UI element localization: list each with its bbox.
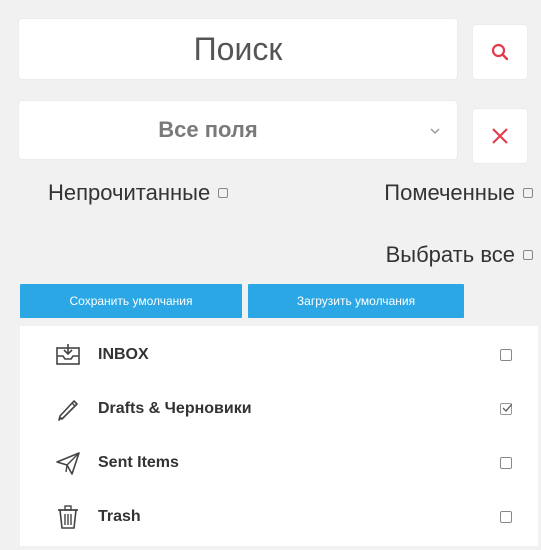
chevron-down-icon [430,128,440,135]
folder-checkbox[interactable] [500,403,512,415]
field-select[interactable]: Все поля [18,100,458,160]
field-select-value: Все поля [158,117,258,142]
search-placeholder: Поиск [193,30,283,67]
folder-label: Sent Items [98,454,179,471]
clear-button[interactable] [472,108,528,164]
folder-item-inbox[interactable]: INBOX [20,328,538,382]
trash-icon [58,505,78,529]
load-defaults-button[interactable]: Загрузить умолчания [248,284,464,318]
save-defaults-button[interactable]: Сохранить умолчания [20,284,242,318]
select-all-label: Выбрать все [385,242,515,267]
search-input[interactable]: Поиск [18,18,458,80]
inbox-icon [56,344,80,365]
select-all-checkbox[interactable] [523,250,533,260]
pencil-icon [58,400,78,421]
select-all-filter[interactable]: Выбрать все [386,242,533,268]
folder-label: Drafts & Черновики [98,400,252,417]
folder-checkbox[interactable] [500,457,512,469]
flagged-checkbox[interactable] [523,188,533,198]
folder-list: INBOX Drafts & Черновики Sent Items Tras… [20,326,538,546]
search-icon [491,43,509,61]
check-icon [502,403,512,413]
folder-checkbox[interactable] [500,349,512,361]
close-icon [492,128,508,144]
folder-item-drafts[interactable]: Drafts & Черновики [20,382,538,436]
flagged-filter[interactable]: Помеченные [384,180,533,206]
folder-item-sent[interactable]: Sent Items [20,436,538,490]
folder-checkbox[interactable] [500,511,512,523]
flagged-label: Помеченные [384,180,515,205]
folder-label: INBOX [98,346,149,363]
unread-filter[interactable]: Непрочитанные [48,180,229,206]
folder-item-trash[interactable]: Trash [20,490,538,544]
search-button[interactable] [472,24,528,80]
unread-label: Непрочитанные [48,180,211,205]
folder-label: Trash [98,508,141,525]
unread-checkbox[interactable] [218,188,229,198]
send-icon [56,452,80,475]
